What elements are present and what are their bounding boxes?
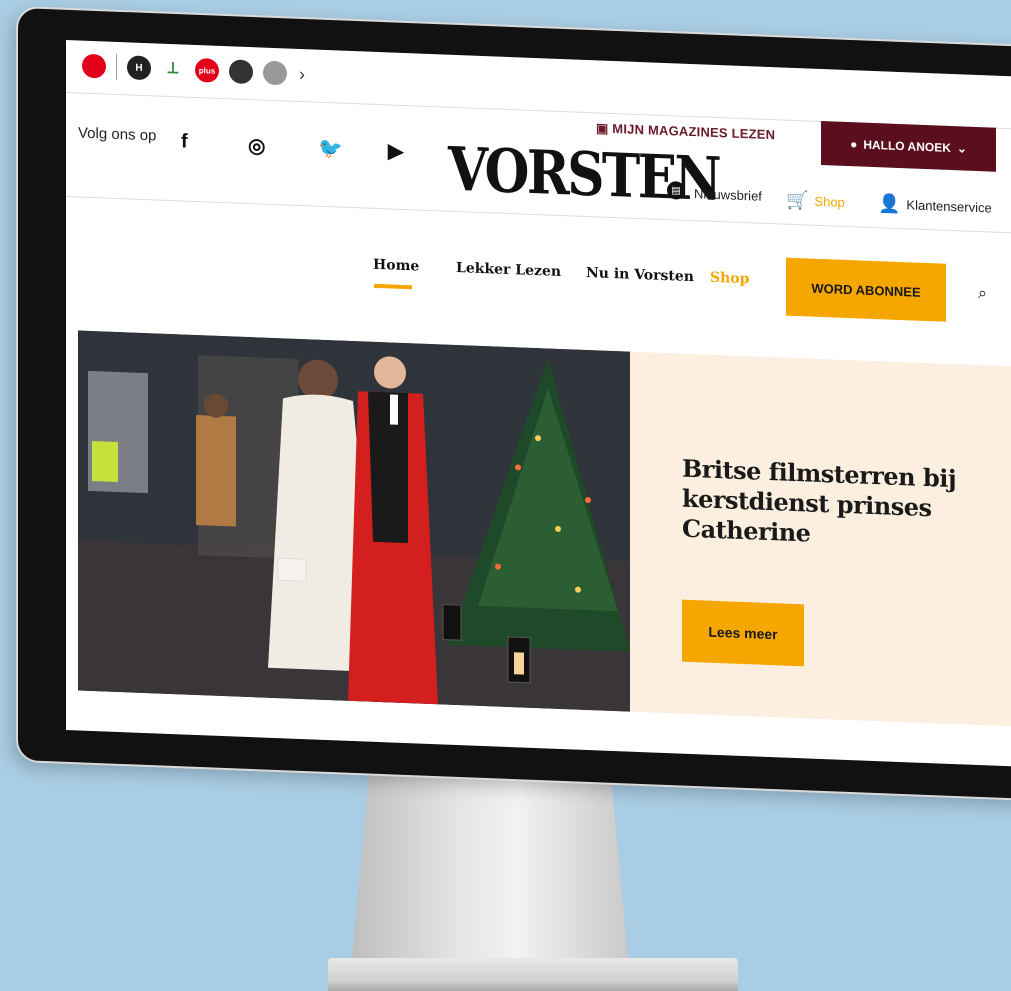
nav-active-indicator — [374, 283, 412, 290]
magazine-icon: ▣ — [596, 120, 613, 136]
website-screen: H ⟂ plus › ▣ MIJN MAGAZINES LEZEN ● HALL… — [66, 40, 1011, 767]
brand-logo-h[interactable]: H — [127, 55, 151, 81]
monitor-base — [328, 958, 738, 991]
nav-nu-in-vorsten[interactable]: Nu in Vorsten — [586, 265, 694, 285]
brand-logo-plus[interactable]: plus — [195, 57, 219, 83]
brand-divider — [116, 53, 117, 80]
shop-link[interactable]: 🛒 Shop — [786, 190, 845, 213]
brand-logo-grey[interactable] — [263, 60, 287, 86]
twitter-icon[interactable]: 🐦 — [318, 136, 343, 162]
follow-label: Volg ons op — [78, 124, 157, 145]
hero-headline[interactable]: Britse filmsterren bij kerstdienst prins… — [682, 454, 972, 555]
search-icon[interactable]: ⌕ — [978, 285, 987, 303]
account-label: HALLO ANOEK — [863, 137, 951, 155]
shop-label: Shop — [814, 193, 845, 210]
instagram-icon[interactable]: ◎ — [248, 133, 265, 159]
chevron-right-icon[interactable]: › — [299, 63, 305, 84]
cart-icon: 🛒 — [786, 189, 809, 211]
customer-service-label: Klantenservice — [906, 197, 992, 216]
brand-logo-green[interactable]: ⟂ — [161, 56, 185, 82]
my-magazines-link[interactable]: ▣ MIJN MAGAZINES LEZEN — [596, 120, 775, 143]
brand-logo-red[interactable] — [82, 53, 106, 79]
user-icon: 👤 — [878, 193, 901, 215]
hero-photo[interactable] — [78, 330, 630, 712]
user-circle-icon: ● — [850, 137, 858, 152]
facebook-icon[interactable]: f — [181, 130, 188, 153]
my-magazines-label: MIJN MAGAZINES LEZEN — [612, 120, 776, 143]
read-more-button[interactable]: Lees meer — [682, 599, 804, 667]
hero-photo-illustration — [78, 330, 630, 712]
account-button[interactable]: ● HALLO ANOEK ⌄ — [821, 121, 996, 172]
logo-badge-icon: ▤ — [667, 181, 685, 200]
youtube-icon[interactable]: ▶ — [388, 138, 403, 164]
nav-shop[interactable]: Shop — [710, 270, 749, 288]
chevron-down-icon: ⌄ — [956, 141, 967, 156]
newsletter-label: Nieuwsbrief — [694, 186, 762, 204]
nav-lekker-lezen[interactable]: Lekker Lezen — [456, 260, 561, 280]
nav-home[interactable]: Home — [373, 257, 419, 275]
newsletter-link[interactable]: Nieuwsbrief — [694, 186, 762, 204]
brand-logo-dark[interactable] — [229, 59, 253, 85]
customer-service-link[interactable]: 👤 Klantenservice — [878, 193, 992, 218]
site-logo[interactable]: VORSTEN — [448, 135, 719, 215]
hero-section: Britse filmsterren bij kerstdienst prins… — [78, 330, 1011, 727]
subscribe-button[interactable]: WORD ABONNEE — [786, 257, 946, 322]
hero-text-panel: Britse filmsterren bij kerstdienst prins… — [630, 351, 1011, 727]
